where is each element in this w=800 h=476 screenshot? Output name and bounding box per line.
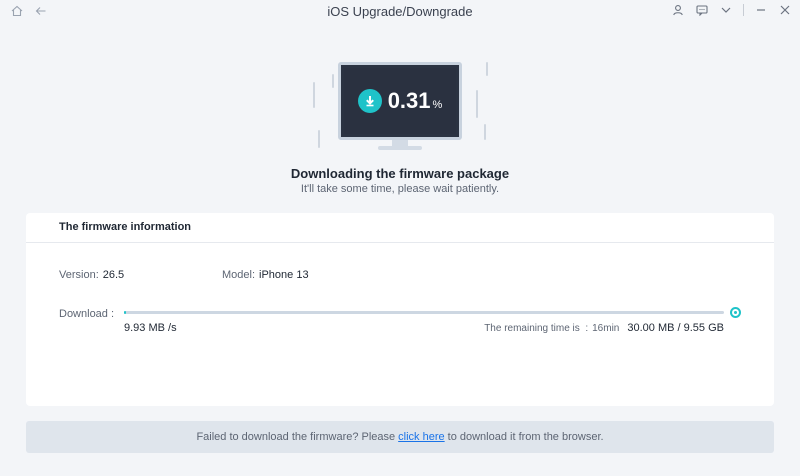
model-label: Model: <box>222 269 256 281</box>
download-percent-unit: % <box>432 99 443 111</box>
download-help-bar: Failed to download the firmware? Please … <box>26 421 774 453</box>
menu-chevron-icon[interactable] <box>719 3 733 17</box>
download-percent: 0.31% <box>388 88 443 114</box>
decor-line <box>486 62 488 76</box>
version-row: Version: 26.5 <box>59 269 124 281</box>
monitor-illustration: 0.31% <box>338 62 462 140</box>
feedback-icon[interactable] <box>695 3 709 17</box>
version-label: Version: <box>59 269 99 281</box>
footer-text-before: Failed to download the firmware? Please <box>196 431 396 443</box>
download-speed: 9.93 MB /s <box>124 322 177 334</box>
decor-line <box>318 130 320 148</box>
footer-text-after: to download it from the browser. <box>447 431 604 443</box>
decor-line <box>332 74 334 88</box>
monitor-base <box>378 146 422 150</box>
decor-line <box>313 82 315 108</box>
download-progress-bar <box>124 311 724 314</box>
model-value: iPhone 13 <box>259 269 309 281</box>
firmware-info-card: The firmware information Version: 26.5 Mo… <box>26 213 774 406</box>
status-subtitle: It'll take some time, please wait patien… <box>300 183 500 195</box>
monitor-screen: 0.31% <box>344 68 456 134</box>
titlebar-separator <box>743 4 744 16</box>
download-label: Download : <box>59 308 115 320</box>
decor-line <box>484 124 486 140</box>
downloaded-size: 30.00 MB / 9.55 GB <box>627 322 724 334</box>
download-status-area: 0.31% Downloading the firmware package I… <box>0 50 800 200</box>
minimize-icon[interactable] <box>754 3 768 17</box>
remaining-info: The remaining time is :16min 30.00 MB / 9… <box>484 322 724 334</box>
download-progress-fill <box>124 311 126 314</box>
click-here-link[interactable]: click here <box>398 431 444 443</box>
progress-indicator-icon <box>730 307 741 318</box>
model-row: Model: iPhone 13 <box>222 269 309 281</box>
remaining-label: The remaining time is : <box>484 323 589 334</box>
close-icon[interactable] <box>778 3 792 17</box>
title-bar: iOS Upgrade/Downgrade <box>0 0 800 22</box>
status-title: Downloading the firmware package <box>290 166 510 181</box>
download-percent-value: 0.31 <box>387 88 431 113</box>
user-icon[interactable] <box>671 3 685 17</box>
version-value: 26.5 <box>102 269 125 281</box>
decor-line <box>476 90 478 118</box>
remaining-time: 16min <box>592 323 620 334</box>
firmware-info-header: The firmware information <box>26 213 774 243</box>
titlebar-right-controls <box>671 3 792 17</box>
download-arrow-icon <box>357 89 382 113</box>
